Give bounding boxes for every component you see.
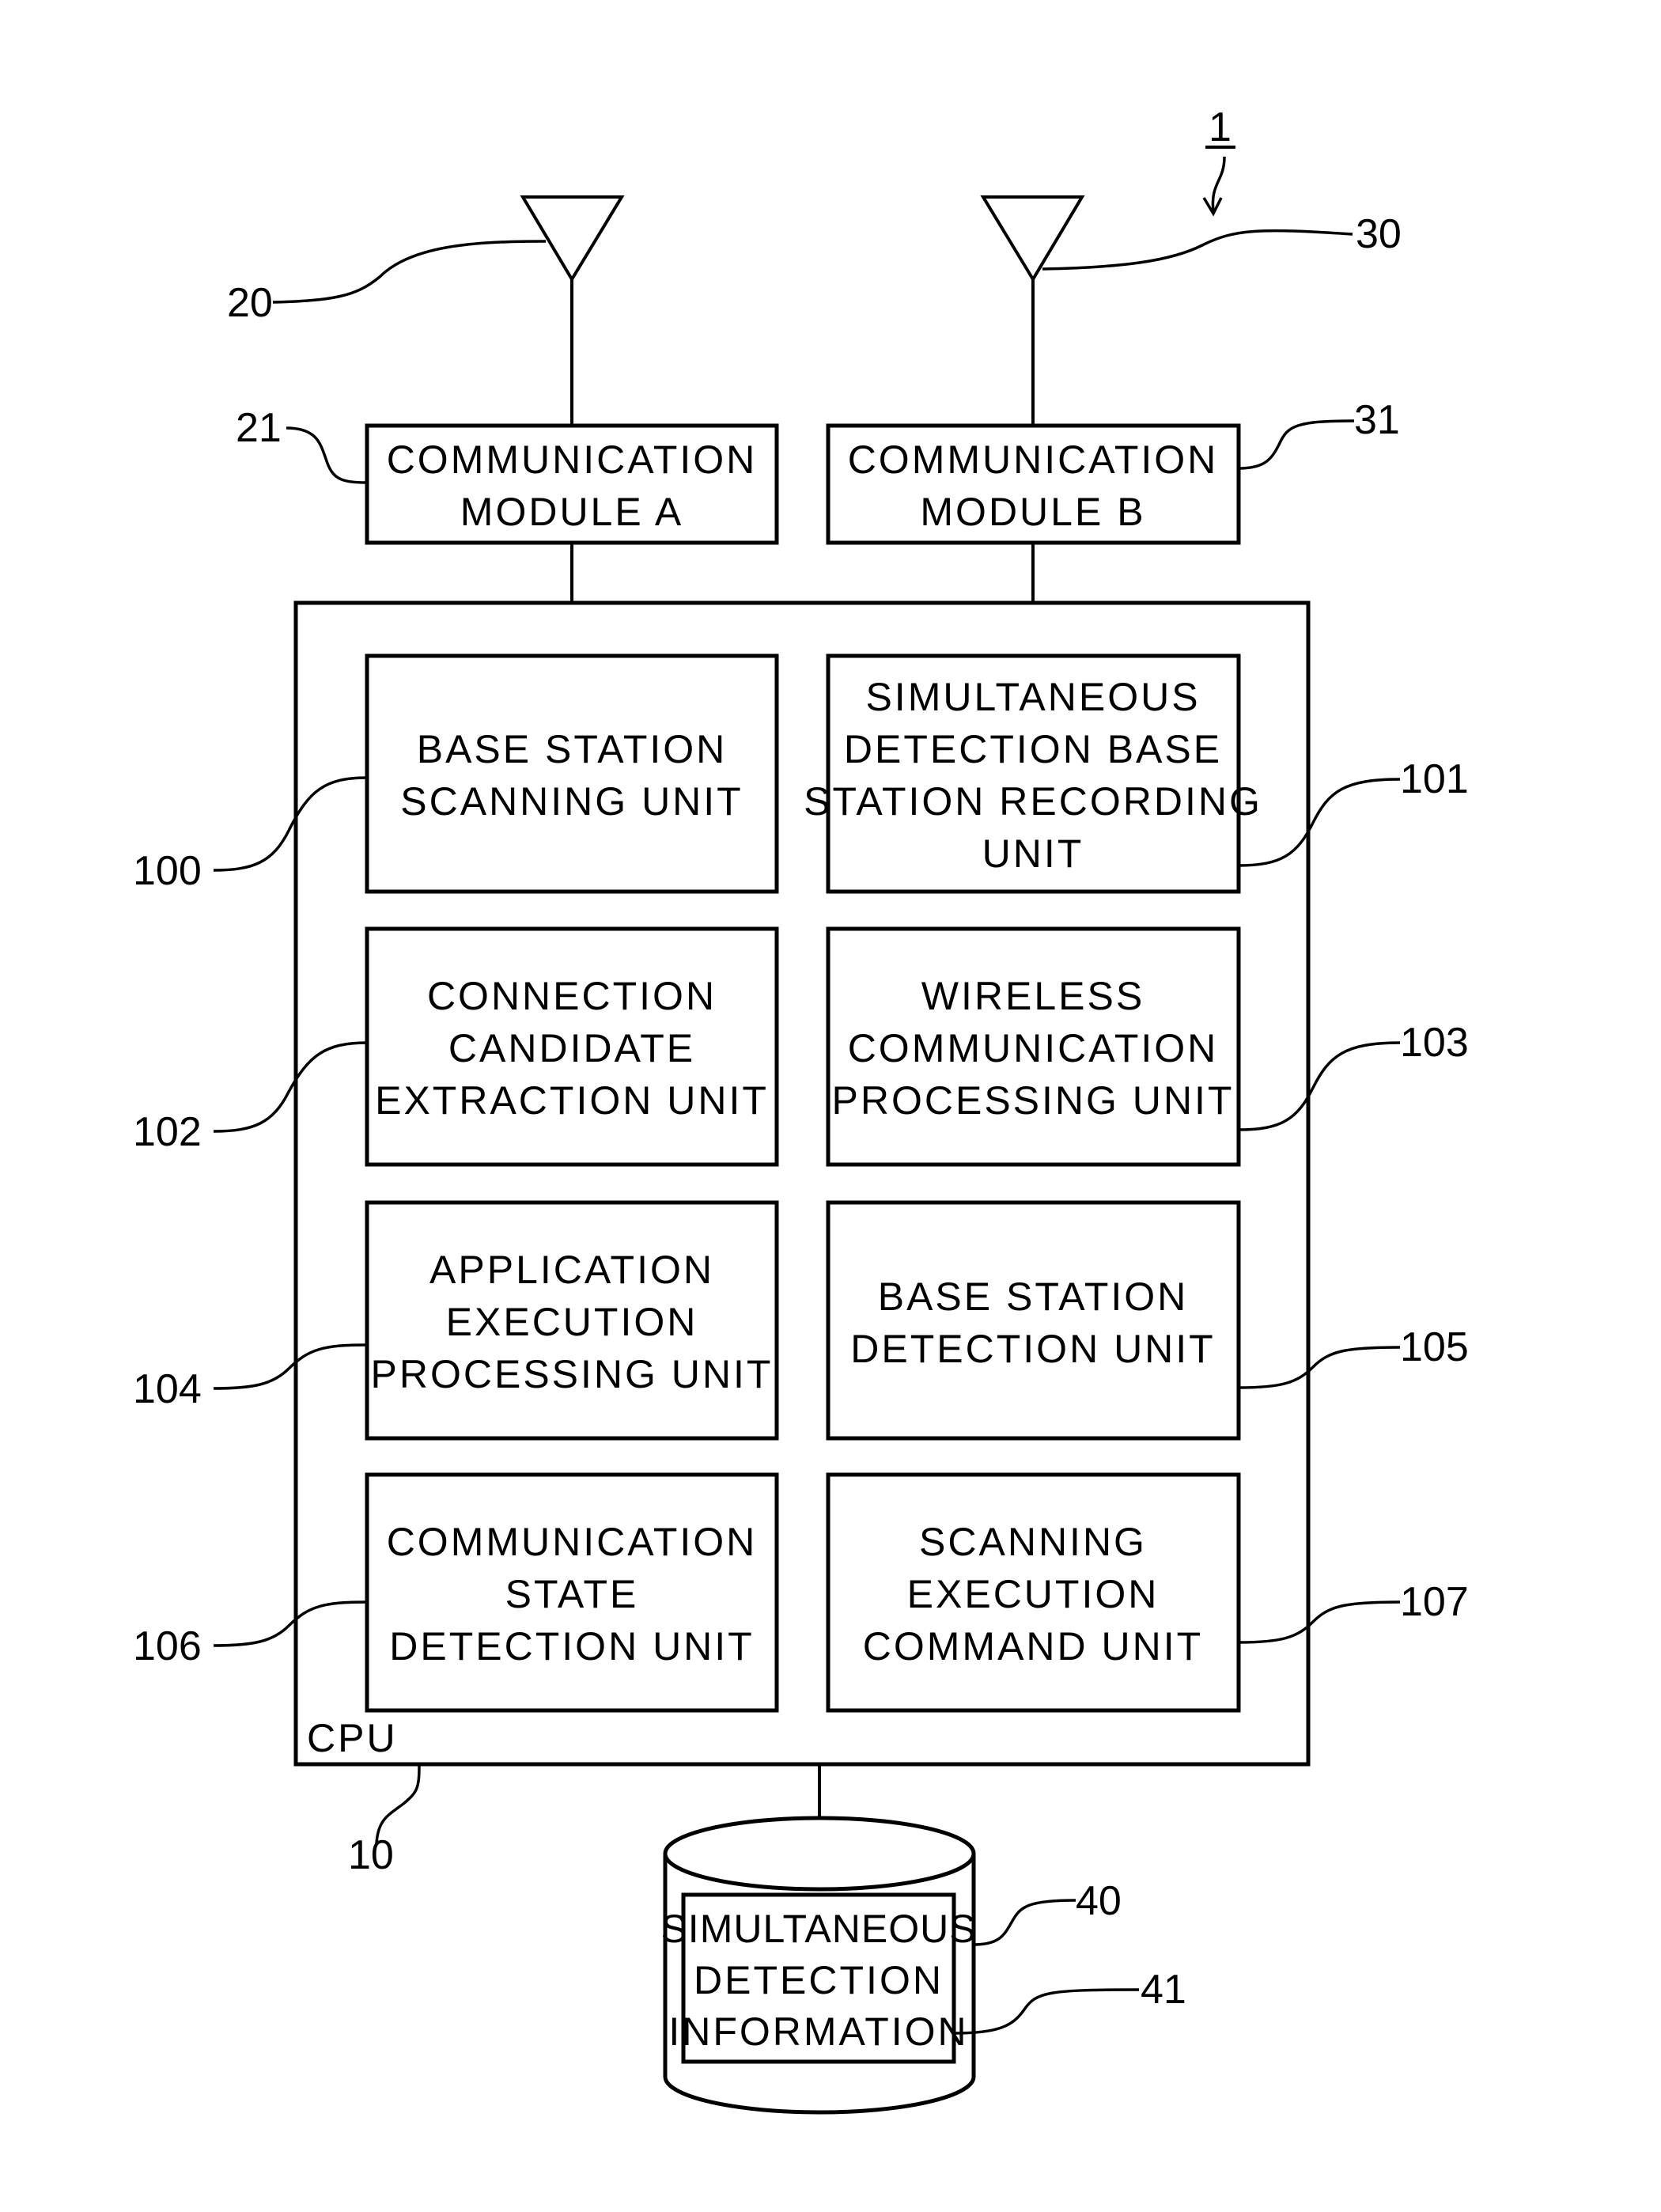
unit-105-ref: 105: [1400, 1324, 1469, 1370]
communication-module-a: COMMUNICATION MODULE A 21: [236, 405, 779, 603]
unit-101-line-3: STATION RECORDING: [804, 779, 1262, 824]
unit-105-line-2: DETECTION UNIT: [850, 1327, 1215, 1371]
unit-106-line-2: STATE: [505, 1572, 639, 1616]
unit-107-ref: 107: [1400, 1579, 1469, 1625]
unit-107-line-3: COMMAND UNIT: [863, 1624, 1203, 1668]
detection-info-line-3: INFORMATION: [668, 2009, 968, 2054]
unit-103-line-2: COMMUNICATION: [848, 1026, 1219, 1070]
unit-103-ref: 103: [1400, 1020, 1469, 1066]
unit-104-line-2: EXECUTION: [446, 1300, 698, 1344]
block-diagram: 1 20 30 COMMUNICATION MODULE A 21 COMMUN…: [133, 104, 1469, 2115]
storage-ref: 40: [1076, 1878, 1122, 1924]
module-a-ref: 21: [236, 405, 282, 451]
module-b-ref: 31: [1354, 397, 1400, 443]
unit-101-line-2: DETECTION BASE: [844, 727, 1222, 771]
cpu-ref: 10: [348, 1832, 394, 1878]
unit-simultaneous-detection-base-station-recording: SIMULTANEOUS DETECTION BASE STATION RECO…: [804, 653, 1469, 894]
antenna-a-icon: [520, 195, 625, 282]
figure-ref-number: 1: [1209, 104, 1232, 150]
unit-application-execution-processing: APPLICATION EXECUTION PROCESSING UNIT 10…: [133, 1200, 779, 1441]
unit-101-line-1: SIMULTANEOUS: [865, 675, 1200, 719]
unit-base-station-scanning: BASE STATION SCANNING UNIT 100: [133, 653, 779, 894]
unit-100-box: [365, 653, 779, 894]
unit-102-line-1: CONNECTION: [427, 974, 717, 1018]
unit-101-ref: 101: [1400, 756, 1469, 802]
module-b-leader: [1238, 419, 1355, 470]
unit-104-line-3: PROCESSING UNIT: [371, 1352, 774, 1396]
unit-104-ref: 104: [133, 1366, 202, 1412]
unit-102-ref: 102: [133, 1109, 202, 1155]
unit-107-line-1: SCANNING: [919, 1520, 1147, 1564]
unit-connection-candidate-extraction: CONNECTION CANDIDATE EXTRACTION UNIT 102: [133, 926, 779, 1167]
figure-reference: 1: [1202, 104, 1235, 217]
communication-module-b: COMMUNICATION MODULE B 31: [826, 397, 1400, 603]
unit-100-line-2: SCANNING UNIT: [400, 779, 743, 824]
unit-scanning-execution-command: SCANNING EXECUTION COMMAND UNIT 107: [826, 1472, 1469, 1713]
unit-102-line-2: CANDIDATE: [448, 1026, 695, 1070]
detection-info-line-2: DETECTION: [694, 1958, 944, 2002]
unit-106-line-1: COMMUNICATION: [387, 1520, 758, 1564]
unit-104-line-1: APPLICATION: [429, 1248, 714, 1292]
module-a-label-line-2: MODULE A: [460, 490, 683, 534]
storage-leader: [973, 1899, 1076, 1946]
storage-database: SIMULTANEOUS DETECTION INFORMATION 40 41: [660, 1764, 1186, 2115]
cpu-label: CPU: [307, 1716, 398, 1760]
antenna-b-leader: [1042, 229, 1353, 271]
detection-info-line-1: SIMULTANEOUS: [660, 1907, 976, 1951]
antenna-b-ref: 30: [1356, 211, 1402, 257]
antenna-a: 20: [227, 195, 625, 426]
unit-106-line-3: DETECTION UNIT: [389, 1624, 754, 1668]
unit-wireless-communication-processing: WIRELESS COMMUNICATION PROCESSING UNIT 1…: [826, 926, 1469, 1167]
database-cylinder-top-icon: [663, 1816, 976, 1892]
module-b-label-line-2: MODULE B: [920, 490, 1145, 534]
cpu-leader: [375, 1763, 421, 1844]
unit-communication-state-detection: COMMUNICATION STATE DETECTION UNIT 106: [133, 1472, 779, 1713]
unit-105-line-1: BASE STATION: [878, 1275, 1189, 1319]
unit-100-ref: 100: [133, 848, 202, 894]
unit-100-line-1: BASE STATION: [417, 727, 728, 771]
unit-101-line-4: UNIT: [982, 831, 1084, 876]
module-b-label-line-1: COMMUNICATION: [848, 437, 1219, 482]
unit-107-line-2: EXECUTION: [907, 1572, 1160, 1616]
unit-base-station-detection: BASE STATION DETECTION UNIT 105: [826, 1200, 1469, 1441]
unit-105-box: [826, 1200, 1241, 1441]
antenna-a-leader: [272, 240, 547, 304]
unit-106-ref: 106: [133, 1623, 202, 1669]
module-a-label-line-1: COMMUNICATION: [387, 437, 758, 482]
detection-info-leader: [953, 1988, 1140, 2035]
unit-103-line-3: PROCESSING UNIT: [832, 1078, 1235, 1123]
module-a-leader: [286, 426, 368, 484]
detection-info-ref: 41: [1141, 1967, 1186, 2013]
antenna-b: 30: [980, 195, 1402, 426]
unit-102-line-3: EXTRACTION UNIT: [375, 1078, 769, 1123]
antenna-a-ref: 20: [227, 280, 273, 326]
unit-103-line-1: WIRELESS: [921, 974, 1145, 1018]
